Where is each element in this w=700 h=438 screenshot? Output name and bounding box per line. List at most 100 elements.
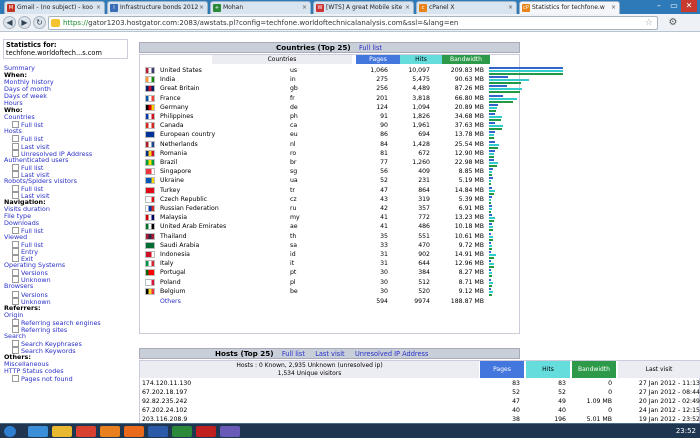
hits-bar [489, 162, 499, 164]
sidebar-link[interactable]: Full list [4, 121, 134, 129]
forward-button[interactable]: ▶ [18, 16, 31, 29]
tab-close-icon[interactable]: × [508, 2, 513, 13]
sidebar-link[interactable]: Entry [4, 248, 134, 256]
hosts-full-list-link[interactable]: Full list [282, 350, 305, 358]
browser-tab[interactable]: + Mohan × [210, 1, 311, 14]
country-hits: 4,489 [412, 85, 430, 93]
browser-tab[interactable]: c cPanel X × [416, 1, 517, 14]
sidebar-link[interactable]: Viewed [4, 234, 134, 241]
hits-bar [489, 217, 495, 220]
windows-taskbar: 23:52 [0, 423, 700, 438]
sidebar-link[interactable]: Search Keyphrases [4, 340, 134, 347]
ie-icon[interactable] [28, 426, 48, 437]
sidebar-link[interactable]: Countries [4, 114, 134, 121]
navigation-bar: ◀ ▶ ↻ https://gator1203.hostgator.com:20… [0, 14, 700, 32]
host-pages: 83 [512, 380, 520, 387]
sidebar-link[interactable]: Authenticated users [4, 156, 134, 164]
tab-close-icon[interactable]: × [199, 2, 204, 13]
hits-bar [489, 143, 500, 146]
country-flag-icon [145, 260, 155, 268]
sidebar-link[interactable]: Hours [4, 100, 134, 107]
sidebar-link[interactable]: Browsers [4, 283, 134, 290]
pages-bar [489, 149, 495, 152]
app-icon[interactable] [220, 426, 240, 437]
country-pages: 56 [380, 168, 388, 176]
country-code: ru [290, 205, 297, 212]
country-row: Poland pl 30 512 8.71 MB [140, 278, 521, 287]
minimize-button[interactable]: – [651, 0, 667, 12]
country-flag-icon [145, 131, 155, 139]
sidebar-link[interactable]: Full list [4, 135, 134, 143]
tab-favicon-icon: M [7, 4, 15, 12]
sidebar-link[interactable]: Full list [4, 241, 134, 249]
sidebar-link[interactable]: Full list [4, 164, 134, 171]
sidebar-link[interactable]: Robots/Spiders visitors [4, 177, 134, 185]
host-pages: 52 [512, 389, 520, 396]
tab-label: Infrastructure bonds 2012 [120, 4, 199, 11]
excel-icon[interactable] [172, 426, 192, 437]
country-name: Czech Republic [160, 195, 208, 203]
wrench-icon[interactable]: ⚙ [666, 16, 680, 30]
close-window-button[interactable]: ✕ [681, 0, 697, 12]
sidebar-link[interactable]: HTTP Status codes [4, 367, 134, 375]
sidebar-link[interactable]: Last visit [4, 143, 134, 150]
country-code: tr [290, 186, 295, 194]
sidebar-link[interactable]: Versions [4, 291, 134, 298]
start-orb[interactable] [4, 426, 16, 437]
country-row: Germany de 124 1,094 20.89 MB [140, 103, 521, 112]
sidebar-link[interactable]: Versions [4, 269, 134, 277]
country-name: Saudi Arabia [160, 241, 200, 249]
sidebar-link[interactable]: Hosts [4, 128, 134, 135]
sidebar-link[interactable]: Search [4, 332, 134, 340]
sidebar-link[interactable]: Pages not found [4, 375, 134, 383]
browser-window: M Gmail - (no subject) - koo × I Infrastruct… [0, 0, 700, 438]
back-button[interactable]: ◀ [3, 16, 16, 29]
country-code: gb [290, 85, 298, 93]
sidebar-link[interactable]: Origin [4, 311, 134, 319]
browser-tab[interactable]: cP Statistics for techfone.w × [519, 1, 620, 14]
hits-bar [489, 97, 517, 100]
browser-tab[interactable]: W [WTS] A great Mobile site × [313, 1, 414, 14]
hosts-unresolved-ip-link[interactable]: Unresolved IP Address [355, 350, 428, 358]
tab-close-icon[interactable]: × [405, 2, 410, 13]
country-flag-icon [145, 232, 155, 240]
host-last-visit: 27 Jan 2012 - 08:44 [638, 389, 700, 396]
country-hits: 5,475 [412, 76, 430, 84]
hosts-summary: Hosts : 0 Known, 2,935 Unknown (unresolv… [140, 361, 479, 378]
tab-close-icon[interactable]: × [302, 2, 307, 13]
chrome-icon[interactable] [76, 426, 96, 437]
country-row: Russian Federation ru 42 357 6.91 MB [140, 204, 521, 213]
tab-label: Statistics for techfone.w [532, 4, 605, 11]
sidebar-link[interactable]: Referring search engines [4, 319, 134, 326]
tab-close-icon[interactable]: × [96, 2, 101, 13]
tab-close-icon[interactable]: × [611, 2, 616, 13]
sidebar-link[interactable]: Operating Systems [4, 262, 134, 269]
hosts-last-visit-link[interactable]: Last visit [315, 350, 344, 358]
address-bar[interactable]: https://gator1203.hostgator.com:2083/aws… [48, 16, 658, 30]
folder-icon[interactable] [52, 426, 72, 437]
word-icon[interactable] [148, 426, 168, 437]
country-name: Ukraine [160, 177, 184, 185]
country-name: Brazil [160, 159, 178, 166]
maximize-button[interactable]: ▭ [666, 0, 682, 12]
reload-button[interactable]: ↻ [33, 16, 46, 29]
browser-tab[interactable]: I Infrastructure bonds 2012 × [107, 1, 208, 14]
country-flag-icon [145, 85, 155, 93]
pdf-icon[interactable] [196, 426, 216, 437]
firefox-icon[interactable] [124, 426, 144, 437]
others-label: Others [160, 298, 181, 305]
sidebar-link[interactable]: Downloads [4, 219, 134, 227]
hosts-pages-header: Pages [480, 361, 524, 378]
url-scheme: https:// [63, 19, 89, 27]
bookmark-star-icon[interactable]: ☆ [645, 17, 653, 29]
country-pages: 30 [380, 287, 388, 295]
browser-tab[interactable]: M Gmail - (no subject) - koo × [4, 1, 105, 14]
sidebar-link[interactable]: Full list [4, 185, 134, 192]
country-hits: 3,818 [412, 94, 430, 102]
country-row: Romania ro 81 672 12.90 MB [140, 149, 521, 158]
countries-full-list-link[interactable]: Full list [359, 44, 382, 52]
media-icon[interactable] [100, 426, 120, 437]
host-row: 92.82.235.242 47 49 1.09 MB 20 Jan 2012 - 02… [140, 397, 700, 406]
sidebar-link[interactable]: Days of week [4, 93, 134, 100]
country-bandwidth: 10.18 MB [454, 223, 484, 231]
